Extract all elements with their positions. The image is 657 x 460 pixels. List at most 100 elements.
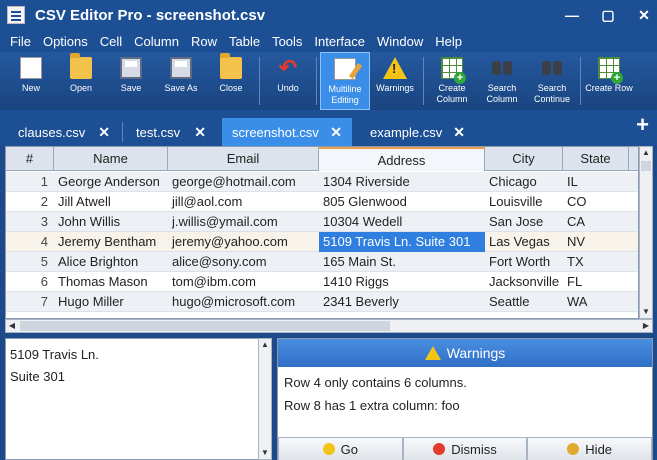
cell-city[interactable]: Louisville [485, 192, 563, 212]
scrollbar-thumb[interactable] [641, 161, 651, 171]
table-row[interactable]: 5 Alice Brighton alice@sony.com 165 Main… [6, 252, 638, 272]
table-row[interactable]: 2 Jill Atwell jill@aol.com 805 Glenwood … [6, 192, 638, 212]
cell-state[interactable]: IL [563, 172, 629, 192]
cell-address[interactable]: 165 Main St. [319, 252, 485, 272]
table-row[interactable]: 1 George Anderson george@hotmail.com 130… [6, 172, 638, 192]
go-button[interactable]: Go [278, 437, 403, 460]
cell-name[interactable]: George Anderson [54, 172, 168, 192]
tab-close-icon[interactable]: ✕ [453, 124, 465, 141]
undo-button[interactable]: ↶ Undo [263, 52, 313, 110]
warning-message[interactable]: Row 4 only contains 6 columns. [284, 375, 467, 390]
create-column-button[interactable]: Create Column [427, 52, 477, 110]
cell-email[interactable]: hugo@microsoft.com [168, 292, 319, 312]
new-button[interactable]: New [6, 52, 56, 110]
scrollbar-thumb[interactable] [20, 321, 390, 331]
tab-test[interactable]: test.csv ✕ [126, 118, 216, 146]
cell-city[interactable]: San Jose [485, 212, 563, 232]
table-row[interactable]: 7 Hugo Miller hugo@microsoft.com 2341 Be… [6, 292, 638, 312]
grid-horizontal-scrollbar[interactable]: ◀ ▶ [5, 319, 653, 333]
menu-interface[interactable]: Interface [308, 34, 371, 49]
cell-state[interactable]: TX [563, 252, 629, 272]
cell-state[interactable]: NV [563, 232, 629, 252]
minimize-button[interactable]: — [565, 7, 579, 23]
scroll-up-icon[interactable]: ▲ [640, 147, 652, 159]
cell-email[interactable]: george@hotmail.com [168, 172, 319, 192]
menu-window[interactable]: Window [371, 34, 429, 49]
cell-city[interactable]: Chicago [485, 172, 563, 192]
table-row[interactable]: 6 Thomas Mason tom@ibm.com 1410 Riggs Ja… [6, 272, 638, 292]
search-column-button[interactable]: Search Column [477, 52, 527, 110]
cell-name[interactable]: Alice Brighton [54, 252, 168, 272]
cell-detail-editor[interactable]: 5109 Travis Ln. Suite 301 [5, 338, 263, 460]
save-as-button[interactable]: Save As [156, 52, 206, 110]
detail-vertical-scrollbar[interactable]: ▲ ▼ [258, 338, 272, 460]
header-address[interactable]: Address [319, 147, 485, 171]
cell-name[interactable]: John Willis [54, 212, 168, 232]
cell-state[interactable]: CO [563, 192, 629, 212]
cell-address[interactable]: 2341 Beverly [319, 292, 485, 312]
cell-name[interactable]: Jeremy Bentham [54, 232, 168, 252]
cell-address[interactable]: 1410 Riggs [319, 272, 485, 292]
scroll-down-icon[interactable]: ▼ [640, 306, 652, 318]
header-state[interactable]: State [563, 147, 629, 171]
save-button[interactable]: Save [106, 52, 156, 110]
table-row[interactable]: 3 John Willis j.willis@ymail.com 10304 W… [6, 212, 638, 232]
table-row-active[interactable]: 4 Jeremy Bentham jeremy@yahoo.com 5109 T… [6, 232, 638, 252]
scroll-down-icon[interactable]: ▼ [259, 447, 271, 459]
header-row-number[interactable]: # [6, 147, 54, 171]
cell-state[interactable]: FL [563, 272, 629, 292]
cell-city[interactable]: Las Vegas [485, 232, 563, 252]
tab-close-icon[interactable]: ✕ [98, 124, 110, 141]
open-button[interactable]: Open [56, 52, 106, 110]
cell-email[interactable]: jeremy@yahoo.com [168, 232, 319, 252]
cell-city[interactable]: Seattle [485, 292, 563, 312]
scroll-right-icon[interactable]: ▶ [640, 320, 652, 332]
cell-address[interactable]: 805 Glenwood [319, 192, 485, 212]
create-row-button[interactable]: Create Row [584, 52, 634, 110]
dismiss-button[interactable]: Dismiss [402, 437, 528, 460]
header-city[interactable]: City [485, 147, 563, 171]
add-tab-icon[interactable]: + [636, 112, 649, 138]
tab-screenshot[interactable]: screenshot.csv ✕ [222, 118, 352, 146]
cell-state[interactable]: WA [563, 292, 629, 312]
cell-email[interactable]: jill@aol.com [168, 192, 319, 212]
tab-example[interactable]: example.csv ✕ [360, 118, 475, 146]
cell-name[interactable]: Jill Atwell [54, 192, 168, 212]
csv-grid[interactable]: # Name Email Address City State 1 George… [5, 146, 639, 319]
cell-address-selected[interactable]: 5109 Travis Ln. Suite 301 [319, 232, 485, 252]
maximize-button[interactable]: ▢ [601, 7, 615, 24]
search-continue-button[interactable]: Search Continue [527, 52, 577, 110]
close-window-button[interactable]: ✕ [637, 7, 651, 24]
cell-city[interactable]: Fort Worth [485, 252, 563, 272]
cell-email[interactable]: tom@ibm.com [168, 272, 319, 292]
warnings-button[interactable]: Warnings [370, 52, 420, 110]
menu-cell[interactable]: Cell [94, 34, 128, 49]
menu-help[interactable]: Help [429, 34, 468, 49]
close-button[interactable]: Close [206, 52, 256, 110]
menu-table[interactable]: Table [223, 34, 266, 49]
cell-name[interactable]: Thomas Mason [54, 272, 168, 292]
cell-email[interactable]: alice@sony.com [168, 252, 319, 272]
menu-column[interactable]: Column [128, 34, 185, 49]
cell-city[interactable]: Jacksonville [485, 272, 563, 292]
menu-file[interactable]: File [4, 34, 37, 49]
cell-address[interactable]: 10304 Wedell [319, 212, 485, 232]
header-email[interactable]: Email [168, 147, 319, 171]
tab-close-icon[interactable]: ✕ [330, 124, 342, 141]
cell-name[interactable]: Hugo Miller [54, 292, 168, 312]
menu-tools[interactable]: Tools [266, 34, 308, 49]
menu-row[interactable]: Row [185, 34, 223, 49]
cell-address[interactable]: 1304 Riverside [319, 172, 485, 192]
hide-button[interactable]: Hide [527, 437, 653, 460]
cell-email[interactable]: j.willis@ymail.com [168, 212, 319, 232]
warning-message[interactable]: Row 8 has 1 extra column: foo [284, 398, 460, 413]
tab-clauses[interactable]: clauses.csv ✕ [8, 118, 120, 146]
scroll-left-icon[interactable]: ◀ [6, 320, 18, 332]
header-name[interactable]: Name [54, 147, 168, 171]
multiline-editing-button[interactable]: Multiline Editing [320, 52, 370, 110]
grid-vertical-scrollbar[interactable]: ▲ ▼ [639, 146, 653, 319]
menu-options[interactable]: Options [37, 34, 94, 49]
scroll-up-icon[interactable]: ▲ [259, 339, 271, 351]
tab-close-icon[interactable]: ✕ [194, 124, 206, 141]
cell-state[interactable]: CA [563, 212, 629, 232]
